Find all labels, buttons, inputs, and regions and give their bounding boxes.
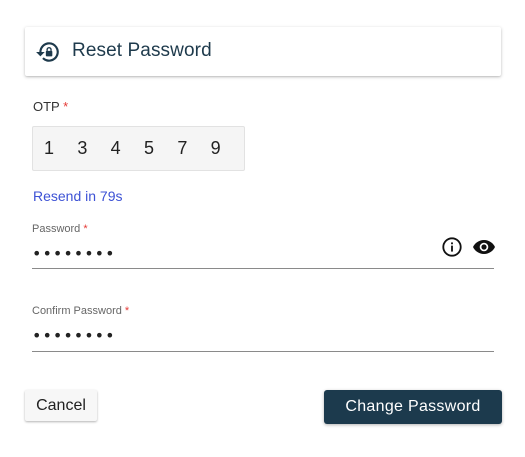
- info-icon[interactable]: [441, 236, 463, 258]
- otp-digit[interactable]: 3: [77, 138, 110, 159]
- lock-reset-icon: [36, 42, 59, 62]
- otp-label-text: OTP: [33, 99, 60, 114]
- otp-digit[interactable]: 4: [111, 138, 144, 159]
- otp-label: OTP *: [33, 99, 68, 114]
- change-password-button[interactable]: Change Password: [324, 390, 502, 424]
- header-card: Reset Password: [25, 27, 501, 76]
- otp-digit[interactable]: 9: [211, 138, 244, 159]
- password-underline: [32, 268, 494, 269]
- confirm-password-label-text: Confirm Password: [32, 305, 122, 317]
- otp-digit[interactable]: 5: [144, 138, 177, 159]
- reset-password-page: Reset Password OTP * 1 3 4 5 7 9 Resend …: [0, 0, 525, 457]
- password-field[interactable]: [32, 241, 494, 265]
- page-title: Reset Password: [72, 40, 212, 61]
- eye-icon[interactable]: [472, 237, 496, 257]
- confirm-password-underline: [32, 351, 494, 352]
- password-label: Password *: [32, 223, 88, 235]
- confirm-password-label: Confirm Password *: [32, 305, 129, 317]
- required-mark: *: [83, 223, 88, 235]
- otp-digit[interactable]: 7: [177, 138, 210, 159]
- required-mark: *: [63, 99, 69, 114]
- resend-otp-link[interactable]: Resend in 79s: [33, 188, 123, 204]
- confirm-password-field[interactable]: [32, 323, 494, 347]
- required-mark: *: [124, 305, 130, 317]
- cancel-button[interactable]: Cancel: [25, 390, 97, 421]
- otp-digit[interactable]: 1: [44, 138, 77, 159]
- otp-input[interactable]: 1 3 4 5 7 9: [32, 126, 245, 171]
- password-label-text: Password: [32, 223, 81, 235]
